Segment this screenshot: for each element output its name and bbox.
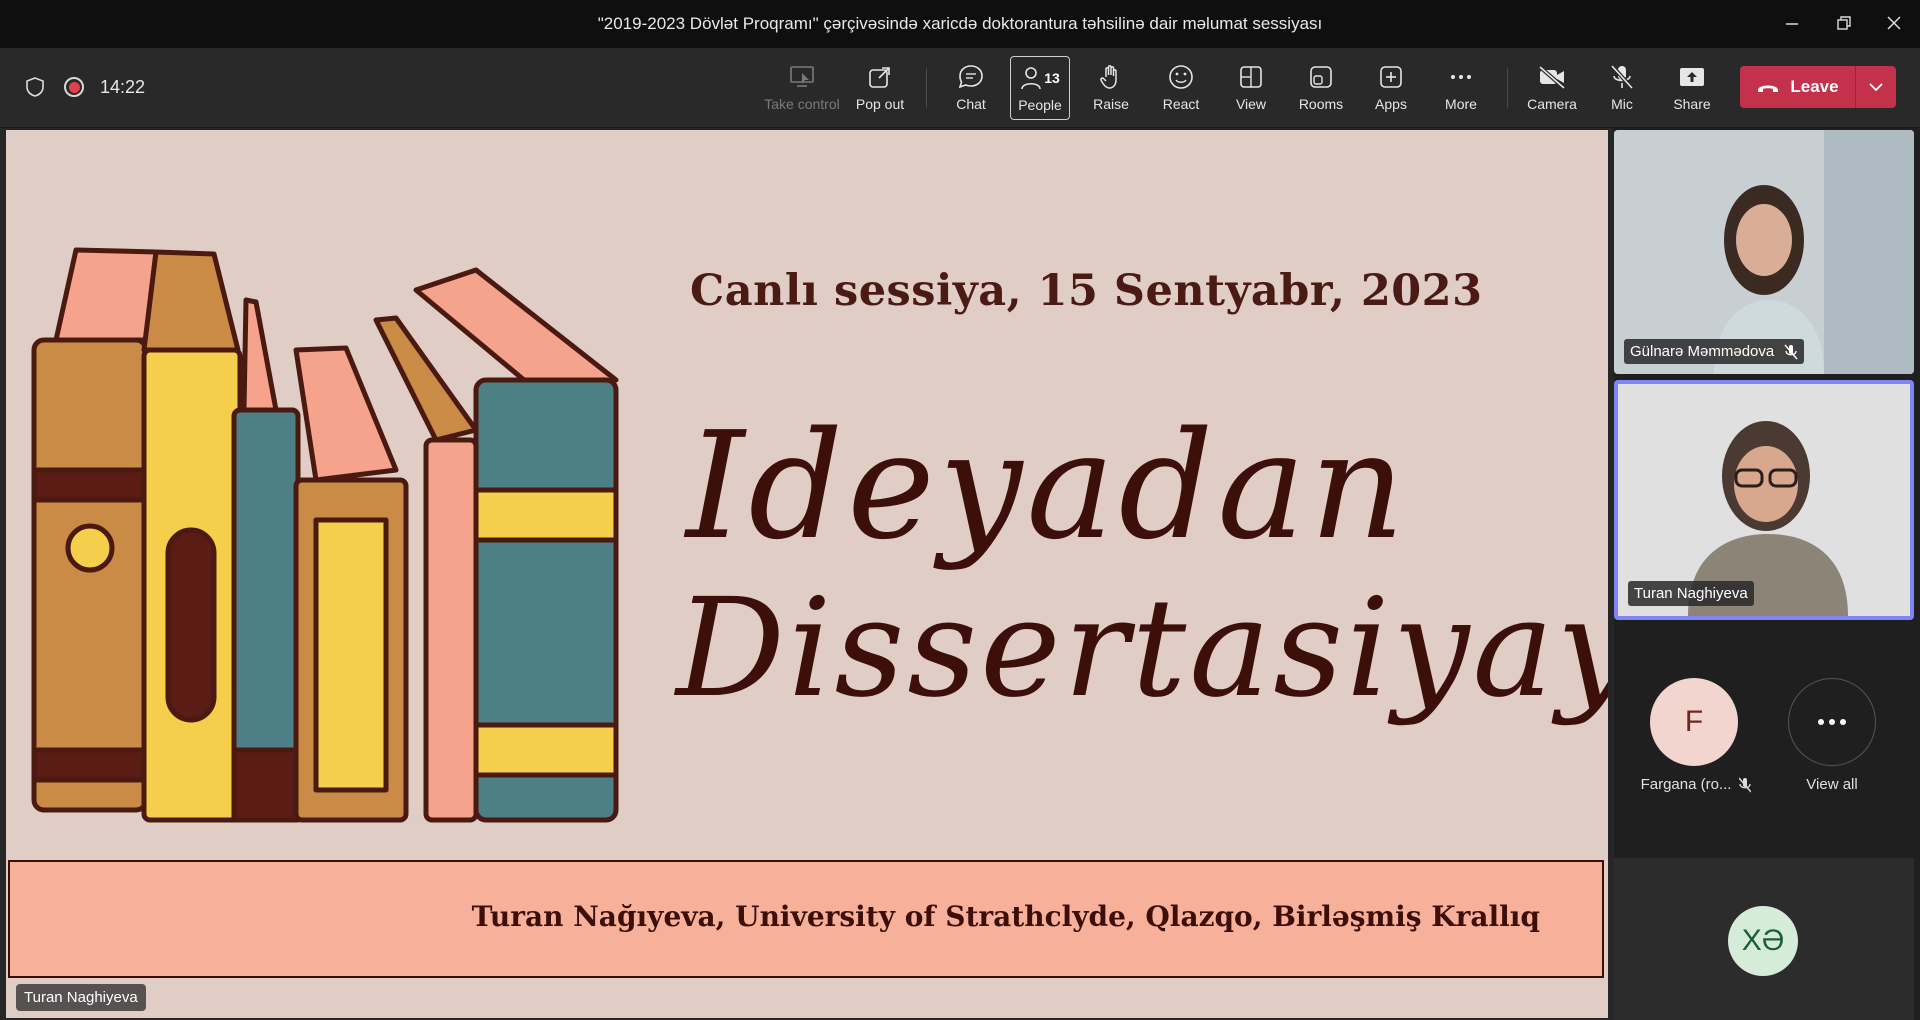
view-label: View	[1235, 96, 1267, 112]
participant-tile[interactable]: XƏ	[1614, 858, 1914, 1020]
mic-off-icon	[1606, 62, 1638, 92]
leave-button-group: Leave	[1740, 66, 1896, 108]
take-control-button[interactable]: Take control	[762, 56, 842, 120]
people-count: 13	[1044, 70, 1060, 86]
react-button[interactable]: React	[1149, 56, 1213, 120]
leave-button[interactable]: Leave	[1740, 77, 1855, 97]
grid-view-icon	[1235, 62, 1267, 92]
rooms-label: Rooms	[1298, 96, 1344, 112]
minimize-button[interactable]	[1778, 10, 1806, 36]
participant-name: Gülnarə Məmmədova	[1630, 343, 1775, 360]
people-label: People	[1018, 97, 1062, 113]
shared-slide: Canlı sessiya, 15 Sentyabr, 2023 Ideyada…	[6, 130, 1608, 1018]
view-all-button[interactable]	[1788, 678, 1876, 766]
close-window-button[interactable]	[1880, 10, 1908, 36]
take-control-icon	[786, 62, 818, 92]
smiley-icon	[1165, 62, 1197, 92]
minimize-icon	[1786, 23, 1798, 25]
share-screen-icon	[1676, 62, 1708, 92]
mic-off-icon	[1739, 777, 1752, 792]
add-apps-icon	[1375, 62, 1407, 92]
chevron-down-icon	[1869, 83, 1883, 92]
take-control-label: Take control	[764, 96, 840, 112]
mic-off-icon	[1784, 344, 1798, 359]
slide-date-line: Canlı sessiya, 15 Sentyabr, 2023	[690, 266, 1483, 316]
raise-label: Raise	[1093, 96, 1129, 112]
shield-icon[interactable]	[24, 76, 46, 98]
close-icon	[1887, 16, 1901, 30]
chat-button[interactable]: Chat	[939, 56, 1003, 120]
people-button[interactable]: 13 People	[1010, 56, 1070, 120]
participant-name-tag: Turan Naghiyeva	[1628, 581, 1754, 606]
toolbar-divider	[1507, 68, 1508, 108]
raise-hand-button[interactable]: Raise	[1079, 56, 1143, 120]
apps-button[interactable]: Apps	[1359, 56, 1423, 120]
pop-out-button[interactable]: Pop out	[848, 56, 912, 120]
leave-label: Leave	[1790, 77, 1839, 96]
slide-title-line2: Dissertasiyaya	[676, 570, 1608, 728]
participant-name: Fargana (ro...	[1640, 776, 1732, 793]
participant-avatar: XƏ	[1728, 906, 1798, 976]
camera-label: Camera	[1527, 96, 1577, 112]
pop-out-label: Pop out	[855, 96, 905, 112]
leave-options-button[interactable]	[1856, 66, 1896, 108]
chat-icon	[955, 62, 987, 92]
hang-up-icon	[1758, 85, 1779, 92]
rooms-icon	[1305, 62, 1337, 92]
meeting-timer: 14:22	[100, 77, 146, 97]
active-speaker-video-tile[interactable]: Turan Naghiyeva	[1614, 380, 1914, 620]
apps-label: Apps	[1375, 96, 1407, 112]
slide-author-band: Turan Nağıyeva, University of Strathclyd…	[8, 860, 1604, 978]
participant-name: Turan Naghiyeva	[1634, 585, 1748, 602]
restore-icon	[1837, 16, 1851, 30]
participant-video	[1614, 130, 1914, 374]
more-dots-icon	[1445, 62, 1477, 92]
slide-author-line: Turan Nağıyeva, University of Strathclyd…	[471, 900, 1540, 933]
more-button[interactable]: More	[1429, 56, 1493, 120]
participant-video-tile[interactable]: Gülnarə Məmmədova	[1614, 130, 1914, 374]
window-title: "2019-2023 Dövlət Proqramı" çərçivəsində…	[597, 14, 1323, 33]
chat-label: Chat	[956, 96, 986, 112]
restore-button[interactable]	[1830, 10, 1858, 36]
meeting-toolbar: 14:22 Take control Pop out Chat 13 Peopl…	[0, 48, 1920, 128]
participants-panel: Gülnarə Məmmədova Turan Naghiyeva F Farg…	[1614, 128, 1920, 1020]
view-button[interactable]: View	[1219, 56, 1283, 120]
recording-indicator-icon	[64, 77, 84, 97]
books-illustration	[31, 247, 619, 823]
toolbar-divider	[926, 68, 927, 108]
presenter-name-tag: Turan Naghiyeva	[16, 984, 146, 1011]
view-all-label: View all	[1806, 776, 1858, 793]
participant-avatar[interactable]: F	[1650, 678, 1738, 766]
react-label: React	[1162, 96, 1200, 112]
people-icon: 13	[1015, 63, 1065, 93]
window-titlebar: "2019-2023 Dövlət Proqramı" çərçivəsində…	[0, 0, 1920, 48]
share-label: Share	[1673, 96, 1711, 112]
camera-off-icon	[1536, 62, 1568, 92]
participant-name-tag: Gülnarə Məmmədova	[1624, 339, 1805, 364]
share-button[interactable]: Share	[1660, 56, 1724, 120]
mic-label: Mic	[1611, 96, 1633, 112]
pop-out-icon	[864, 62, 896, 92]
rooms-button[interactable]: Rooms	[1289, 56, 1353, 120]
more-label: More	[1445, 96, 1477, 112]
slide-title-line1: Ideyadan	[686, 400, 1409, 572]
more-dots-icon	[1818, 719, 1846, 725]
camera-button[interactable]: Camera	[1520, 56, 1584, 120]
mic-button[interactable]: Mic	[1590, 56, 1654, 120]
shared-content-stage[interactable]: Canlı sessiya, 15 Sentyabr, 2023 Ideyada…	[0, 128, 1614, 1020]
raise-hand-icon	[1095, 62, 1127, 92]
participant-name-row: Fargana (ro...	[1636, 776, 1756, 793]
